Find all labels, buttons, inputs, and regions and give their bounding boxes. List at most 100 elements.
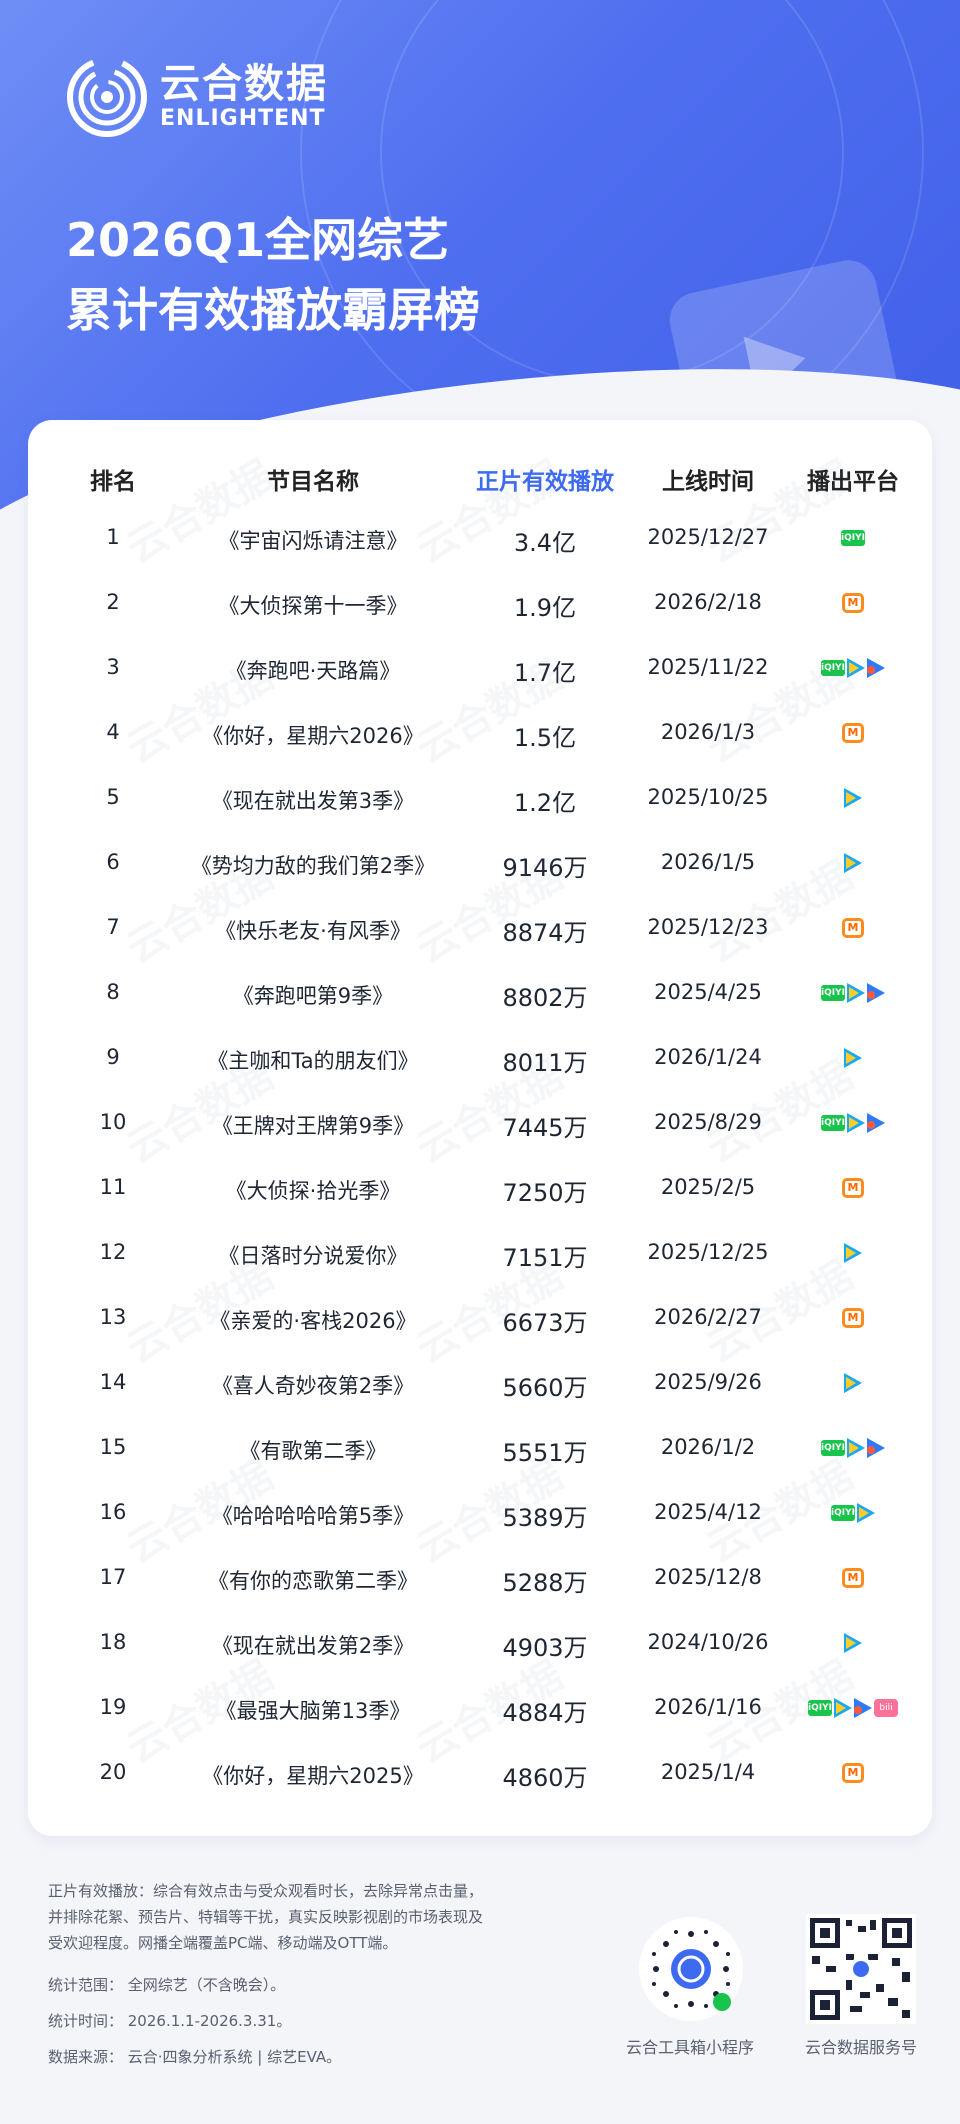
tencent-video-icon (847, 983, 865, 1003)
platform-cell (768, 1045, 932, 1069)
footer: 正片有效播放：综合有效点击与受众观看时长，去除异常点击量， 并排除花絮、预告片、… (0, 1860, 960, 2124)
show-name-cell: 《奔跑吧·天路篇》 (225, 659, 401, 683)
platform-cell: iQIYI (768, 1500, 932, 1524)
table-row: 1 《宇宙闪烁请注意》 3.4亿 2025/12/27 iQIYI (28, 505, 932, 570)
rank-cell: 13 (99, 1305, 127, 1329)
platform-cell (768, 1240, 932, 1264)
rank-cell: 16 (99, 1500, 127, 1524)
show-name-cell: 《大侦探·拾光季》 (225, 1179, 401, 1203)
platform-cell: M (768, 1760, 932, 1784)
youku-icon (867, 1113, 885, 1133)
mgtv-icon: M (842, 723, 864, 743)
qr-code-icon (639, 1917, 743, 2021)
table-row: 18 《现在就出发第2季》 4903万 2024/10/26 (28, 1610, 932, 1675)
footnote-period: 统计时间： 2026.1.1-2026.3.31。 (48, 2012, 292, 2030)
iqiyi-icon: iQIYI (821, 1115, 845, 1131)
tencent-video-icon (834, 1698, 852, 1718)
table-row: 5 《现在就出发第3季》 1.2亿 2025/10/25 (28, 765, 932, 830)
platform-cell (768, 1630, 932, 1654)
brand-name-en: ENLIGHTENT (160, 106, 326, 131)
show-name-cell: 《大侦探第十一季》 (218, 594, 408, 618)
rank-cell: 2 (106, 590, 120, 614)
table-row: 14 《喜人奇妙夜第2季》 5660万 2025/9/26 (28, 1350, 932, 1415)
rank-cell: 3 (106, 655, 120, 679)
brand-name-cn: 云合数据 (160, 61, 328, 107)
platform-cell (768, 785, 932, 809)
footnote-line: 受欢迎程度。网播全端覆盖PC端、移动端及OTT端。 (48, 1934, 398, 1952)
table-row: 17 《有你的恋歌第二季》 5288万 2025/12/8 M (28, 1545, 932, 1610)
table-row: 13 《亲爱的·客栈2026》 6673万 2026/2/27 M (28, 1285, 932, 1350)
show-name-cell: 《喜人奇妙夜第2季》 (211, 1374, 415, 1398)
platform-cell: M (768, 1175, 932, 1199)
table-row: 8 《奔跑吧第9季》 8802万 2025/4/25 iQIYI (28, 960, 932, 1025)
service-account-qr-code[interactable] (806, 1914, 916, 2024)
header-rank: 排名 (90, 469, 136, 495)
show-name-cell: 《你好，星期六2025》 (202, 1764, 424, 1788)
service-account-qr-label: 云合数据服务号 (804, 2038, 917, 2057)
mgtv-icon: M (842, 593, 864, 613)
footnote-line: 并排除花絮、预告片、特辑等干扰，真实反映影视剧的市场表现及 (48, 1908, 484, 1926)
table-row: 4 《你好，星期六2026》 1.5亿 2026/1/3 M (28, 700, 932, 765)
tencent-video-icon (847, 658, 865, 678)
iqiyi-icon: iQIYI (821, 985, 845, 1001)
mgtv-icon: M (842, 1178, 864, 1198)
rank-cell: 8 (106, 980, 120, 1004)
bilibili-icon: bili (874, 1699, 898, 1717)
rank-cell: 7 (106, 915, 120, 939)
table-row: 15 《有歌第二季》 5551万 2026/1/2 iQIYI (28, 1415, 932, 1480)
platform-cell: iQIYI (768, 655, 932, 679)
rank-cell: 11 (99, 1175, 127, 1199)
header-name: 节目名称 (267, 469, 359, 495)
title-line-1: 2026Q1全网综艺 (66, 213, 450, 267)
rank-cell: 6 (106, 850, 120, 874)
table-row: 20 《你好，星期六2025》 4860万 2025/1/4 M (28, 1740, 932, 1805)
platform-cell (768, 1370, 932, 1394)
platform-cell: iQIYI bili (768, 1695, 932, 1719)
show-name-cell: 《最强大脑第13季》 (215, 1699, 411, 1723)
show-name-cell: 《现在就出发第3季》 (211, 789, 415, 813)
platform-cell: iQIYI (768, 1435, 932, 1459)
ranking-table: 排名 节目名称 正片有效播放 上线时间 播出平台 1 《宇宙闪烁请注意》 3.4亿 2… (28, 420, 932, 1836)
iqiyi-icon: iQIYI (831, 1505, 855, 1521)
rank-cell: 10 (99, 1110, 127, 1134)
show-name-cell: 《宇宙闪烁请注意》 (218, 529, 408, 553)
youku-icon (867, 1438, 885, 1458)
platform-cell: M (768, 1305, 932, 1329)
platform-cell (768, 850, 932, 874)
platform-cell: M (768, 720, 932, 744)
brand-logo: 云合数据 ENLIGHTENT (66, 56, 328, 138)
rank-cell: 4 (106, 720, 120, 744)
show-name-cell: 《快乐老友·有风季》 (215, 919, 411, 943)
platform-cell: M (768, 590, 932, 614)
table-row: 6 《势均力敌的我们第2季》 9146万 2026/1/5 (28, 830, 932, 895)
rank-cell: 15 (99, 1435, 127, 1459)
rank-cell: 17 (99, 1565, 127, 1589)
platform-cell: iQIYI (768, 1110, 932, 1134)
rank-cell: 18 (99, 1630, 127, 1654)
qr-code-icon (806, 1914, 916, 2024)
show-name-cell: 《有你的恋歌第二季》 (208, 1569, 418, 1593)
mgtv-icon: M (842, 1308, 864, 1328)
show-name-cell: 《势均力敌的我们第2季》 (190, 854, 436, 878)
tencent-video-icon (847, 1438, 865, 1458)
table-row: 9 《主咖和Ta的朋友们》 8011万 2026/1/24 (28, 1025, 932, 1090)
tencent-video-icon (847, 1113, 865, 1133)
table-row: 2 《大侦探第十一季》 1.9亿 2026/2/18 M (28, 570, 932, 635)
show-name-cell: 《王牌对王牌第9季》 (211, 1114, 415, 1138)
table-row: 16 《哈哈哈哈哈第5季》 5389万 2025/4/12 iQIYI (28, 1480, 932, 1545)
platform-cell: iQIYI (768, 525, 932, 549)
tencent-video-icon (844, 788, 862, 808)
show-name-cell: 《你好，星期六2026》 (202, 724, 424, 748)
footnote-source: 数据来源： 云合·四象分析系统 | 综艺EVA。 (48, 2048, 342, 2066)
rank-cell: 12 (99, 1240, 127, 1264)
iqiyi-icon: iQIYI (808, 1700, 832, 1716)
mgtv-icon: M (842, 1763, 864, 1783)
miniprogram-qr-code[interactable] (636, 1914, 746, 2024)
show-name-cell: 《主咖和Ta的朋友们》 (207, 1049, 419, 1073)
rank-cell: 5 (106, 785, 120, 809)
mgtv-icon: M (842, 918, 864, 938)
table-row: 12 《日落时分说爱你》 7151万 2025/12/25 (28, 1220, 932, 1285)
table-row: 3 《奔跑吧·天路篇》 1.7亿 2025/11/22 iQIYI (28, 635, 932, 700)
table-row: 10 《王牌对王牌第9季》 7445万 2025/8/29 iQIYI (28, 1090, 932, 1155)
tencent-video-icon (844, 1048, 862, 1068)
